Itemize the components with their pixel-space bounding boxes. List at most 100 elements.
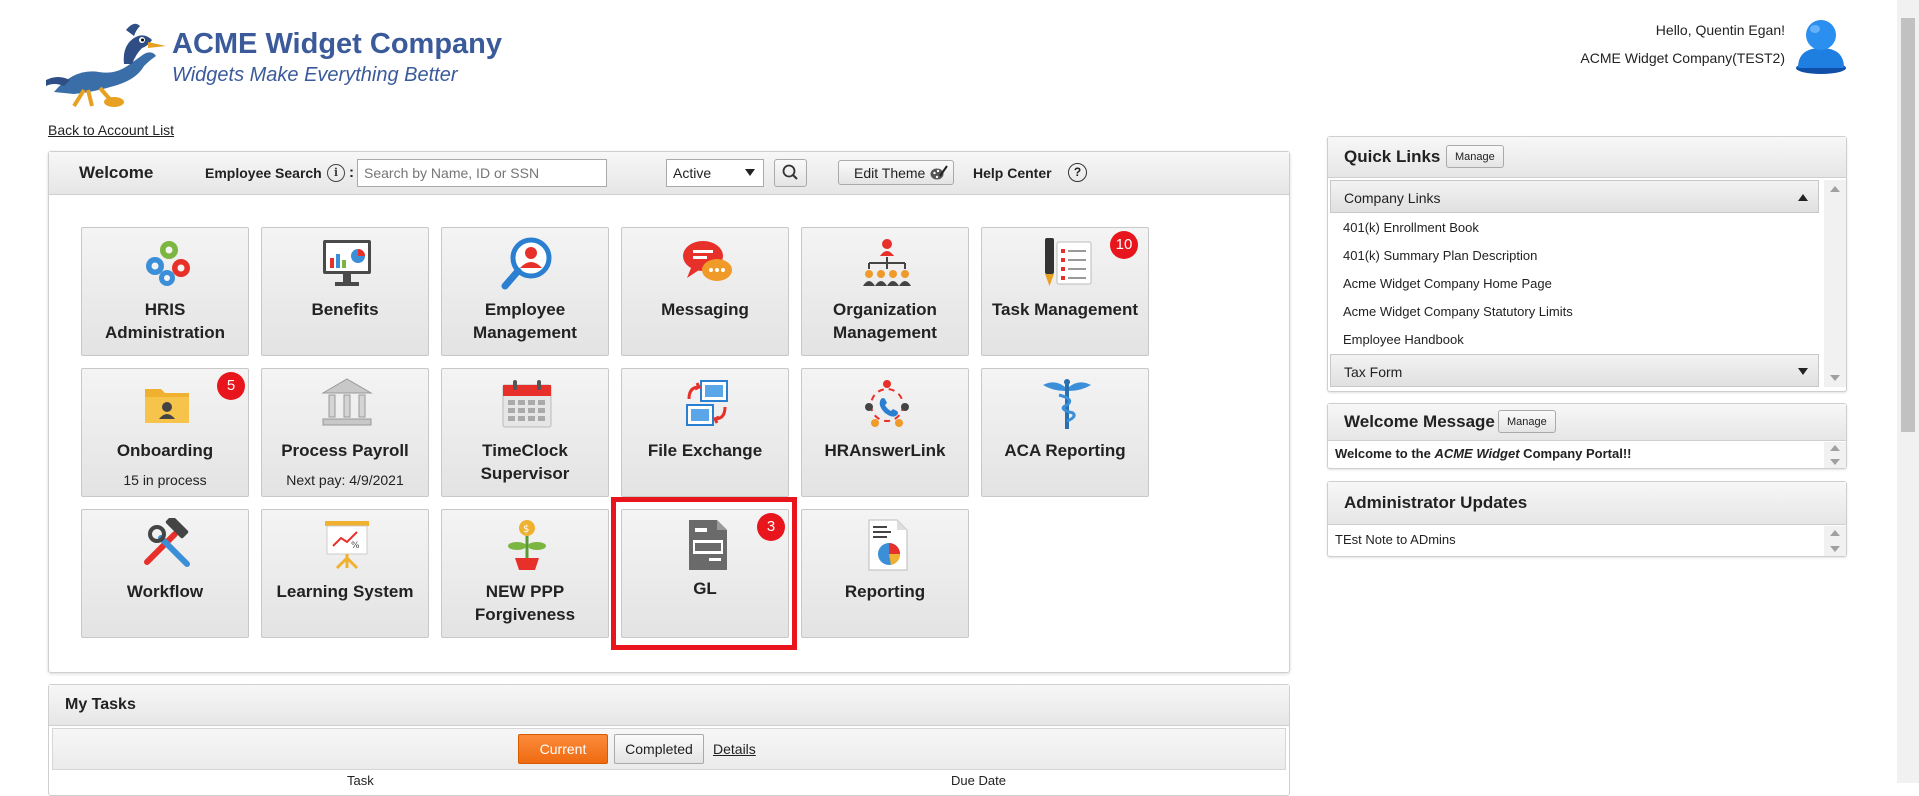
group-label: Tax Form: [1344, 364, 1403, 380]
quick-link-item[interactable]: 401(k) Summary Plan Description: [1343, 248, 1537, 263]
quick-link-item[interactable]: Acme Widget Company Home Page: [1343, 276, 1552, 291]
tax-form-group-header[interactable]: Tax Form: [1330, 354, 1819, 387]
tile-employee-management[interactable]: Employee Management: [441, 227, 609, 356]
quick-link-item[interactable]: Employee Handbook: [1343, 332, 1464, 347]
scroll-up-arrow-icon[interactable]: [1830, 445, 1840, 451]
scroll-up-arrow-icon[interactable]: [1830, 186, 1840, 192]
welcome-message-text: Welcome to the ACME Widget Company Porta…: [1335, 446, 1632, 461]
tile-label: Task Management: [991, 300, 1139, 319]
quick-links-title: Quick Links: [1344, 147, 1441, 166]
tile-learning-system[interactable]: % Learning System: [261, 509, 429, 638]
scroll-down-arrow-icon[interactable]: [1830, 375, 1840, 381]
column-header-due-date[interactable]: Due Date: [951, 773, 1006, 788]
info-icon[interactable]: i: [327, 164, 345, 182]
welcome-message-scrollbar[interactable]: [1824, 442, 1846, 468]
quick-link-item[interactable]: 401(k) Enrollment Book: [1343, 220, 1479, 235]
svg-text:%: %: [351, 541, 360, 551]
tile-messaging[interactable]: Messaging: [621, 227, 789, 356]
welcome-title: Welcome: [79, 163, 154, 182]
welcome-message-manage-button[interactable]: Manage: [1498, 410, 1556, 433]
help-icon[interactable]: ?: [1068, 163, 1087, 182]
scroll-up-arrow-icon[interactable]: [1830, 530, 1840, 536]
tile-label: ACA Reporting: [1004, 441, 1126, 460]
status-select[interactable]: Active: [666, 159, 764, 187]
account-name: ACME Widget Company(TEST2): [1580, 50, 1785, 66]
quick-links-scrollbar[interactable]: [1824, 180, 1846, 387]
hammer-wrench-icon: [144, 518, 190, 567]
report-pie-icon: [868, 519, 908, 571]
search-button[interactable]: [774, 159, 807, 187]
tile-timeclock-supervisor[interactable]: TimeClock Supervisor: [441, 368, 609, 497]
tile-benefits[interactable]: Benefits: [261, 227, 429, 356]
details-link[interactable]: Details: [713, 741, 756, 757]
chevron-down-icon: [745, 169, 755, 176]
tile-label: Benefits: [311, 300, 379, 319]
group-label: Company Links: [1344, 190, 1441, 206]
help-center-link[interactable]: Help Center: [973, 165, 1052, 181]
tile-sublabel: 15 in process: [123, 472, 207, 488]
tile-organization-management[interactable]: Organization Management: [801, 227, 969, 356]
palette-brush-icon: [930, 165, 948, 180]
edit-theme-button[interactable]: Edit Theme: [838, 160, 954, 185]
quick-links-header: Quick Links Manage: [1328, 137, 1846, 178]
tile-label: TimeClock Supervisor: [480, 441, 570, 483]
gears-people-icon: [146, 241, 190, 286]
label-colon: :: [349, 164, 354, 181]
tile-new-ppp-forgiveness[interactable]: $ NEW PPP Forgiveness: [441, 509, 609, 638]
money-plant-icon: $: [508, 520, 546, 570]
tile-label: Workflow: [126, 582, 204, 601]
completed-tasks-button[interactable]: Completed: [614, 734, 704, 764]
my-tasks-header: My Tasks: [49, 685, 1289, 726]
tile-label: Onboarding: [116, 441, 214, 460]
tile-label: Employee Management: [473, 300, 577, 342]
onboarding-count-badge: 5: [217, 372, 245, 400]
tile-label: Process Payroll: [281, 441, 409, 460]
company-links-group-header[interactable]: Company Links: [1330, 180, 1819, 213]
tile-label: Learning System: [276, 582, 414, 601]
quick-links-manage-button[interactable]: Manage: [1446, 145, 1504, 168]
my-tasks-toolbar: Current Completed Details: [52, 728, 1286, 770]
employee-search-input[interactable]: [357, 159, 607, 187]
back-to-account-list-link[interactable]: Back to Account List: [48, 122, 174, 138]
tile-hranswerlink[interactable]: HRAnswerLink: [801, 368, 969, 497]
tile-label: Messaging: [661, 300, 749, 319]
tile-label: HRIS Administration: [105, 300, 225, 342]
roadrunner-logo-icon: [46, 23, 166, 108]
file-exchange-icon: [686, 380, 728, 426]
current-tasks-button[interactable]: Current: [518, 734, 608, 764]
tile-task-management[interactable]: Task Management 10: [981, 227, 1149, 356]
tile-label: File Exchange: [647, 441, 763, 460]
task-count-badge: 10: [1110, 231, 1138, 259]
company-name: ACME Widget Company: [172, 28, 503, 60]
administrator-updates-scrollbar[interactable]: [1824, 526, 1846, 556]
search-icon: [782, 164, 798, 180]
administrator-updates-header: Administrator Updates: [1328, 482, 1846, 525]
company-logo: [44, 20, 166, 110]
tile-sublabel: Next pay: 4/9/2021: [286, 472, 404, 488]
my-tasks-title: My Tasks: [65, 696, 136, 713]
administrator-updates-title: Administrator Updates: [1344, 493, 1528, 512]
column-header-task[interactable]: Task: [347, 773, 374, 788]
scroll-down-arrow-icon[interactable]: [1830, 546, 1840, 552]
tile-aca-reporting[interactable]: ACA Reporting: [981, 368, 1149, 497]
administrator-update-text: TEst Note to ADmins: [1335, 532, 1456, 547]
tile-file-exchange[interactable]: File Exchange: [621, 368, 789, 497]
administrator-updates-panel: Administrator Updates TEst Note to ADmin…: [1327, 481, 1847, 557]
page-scrollbar-thumb[interactable]: [1901, 18, 1915, 432]
scroll-down-arrow-icon[interactable]: [1830, 459, 1840, 465]
my-tasks-panel: My Tasks Current Completed Details Task …: [48, 684, 1290, 796]
quick-link-item[interactable]: Acme Widget Company Statutory Limits: [1343, 304, 1573, 319]
tile-process-payroll[interactable]: Process Payroll Next pay: 4/9/2021: [261, 368, 429, 497]
tile-reporting[interactable]: Reporting: [801, 509, 969, 638]
collapse-arrow-icon: [1798, 194, 1808, 201]
edit-theme-label: Edit Theme: [854, 165, 926, 181]
tile-onboarding[interactable]: Onboarding 15 in process 5: [81, 368, 249, 497]
tile-workflow[interactable]: Workflow: [81, 509, 249, 638]
bank-icon: [321, 378, 373, 426]
status-select-value: Active: [673, 165, 712, 181]
page-scrollbar[interactable]: [1897, 0, 1919, 783]
user-avatar-icon[interactable]: [1795, 18, 1847, 74]
phone-network-icon: [865, 380, 909, 427]
tile-hris-administration[interactable]: HRIS Administration: [81, 227, 249, 356]
welcome-toolbar: Welcome Employee Search i : Active Edit …: [49, 152, 1289, 195]
